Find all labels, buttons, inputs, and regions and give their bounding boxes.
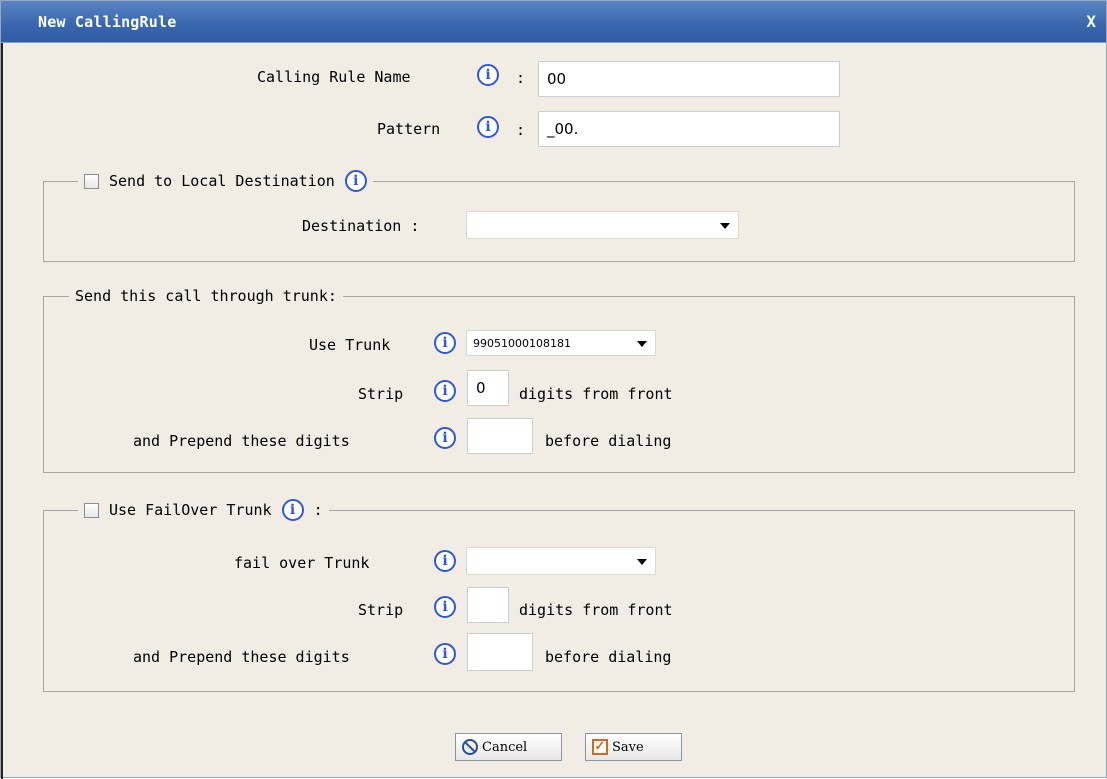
failover-legend: Use FailOver Trunk i : bbox=[78, 497, 329, 523]
failover-prepend-info-icon[interactable]: i bbox=[434, 643, 456, 665]
failover-prepend-label: and Prepend these digits bbox=[133, 648, 350, 666]
prepend-label: and Prepend these digits bbox=[133, 432, 350, 450]
calling-rule-name-input[interactable]: 00 bbox=[538, 61, 840, 97]
checkbox-checked-icon: ✓ bbox=[592, 739, 608, 755]
strip-input[interactable]: 0 bbox=[467, 370, 509, 406]
failover-strip-input[interactable] bbox=[467, 587, 509, 623]
chevron-down-icon bbox=[637, 559, 647, 565]
calling-rule-name-label: Calling Rule Name bbox=[257, 68, 411, 86]
failover-checkbox[interactable] bbox=[84, 502, 99, 518]
use-trunk-select[interactable]: 99051000108181 bbox=[466, 330, 656, 356]
cancel-button[interactable]: Cancel bbox=[455, 733, 562, 761]
use-trunk-info-icon[interactable]: i bbox=[434, 332, 456, 354]
pattern-info-icon[interactable]: i bbox=[477, 116, 499, 138]
close-button[interactable]: X bbox=[1086, 12, 1096, 31]
new-calling-rule-dialog: New CallingRule X Calling Rule Name i : … bbox=[0, 0, 1107, 779]
failover-strip-info-icon[interactable]: i bbox=[434, 596, 456, 618]
local-destination-legend-text: Send to Local Destination bbox=[109, 172, 335, 190]
prepend-suffix: before dialing bbox=[545, 432, 672, 450]
strip-label: Strip bbox=[358, 385, 404, 403]
pattern-colon: : bbox=[516, 121, 526, 139]
failover-trunk-label: fail over Trunk bbox=[234, 554, 370, 572]
failover-prepend-input[interactable] bbox=[467, 633, 533, 671]
failover-trunk-info-icon[interactable]: i bbox=[434, 550, 456, 572]
failover-legend-colon: : bbox=[313, 501, 323, 519]
local-destination-info-icon[interactable]: i bbox=[344, 170, 367, 192]
dialog-title: New CallingRule bbox=[38, 13, 177, 31]
save-button-label: Save bbox=[612, 739, 644, 755]
cancel-icon bbox=[462, 739, 478, 755]
strip-suffix: digits from front bbox=[519, 385, 673, 403]
failover-strip-suffix: digits from front bbox=[519, 601, 673, 619]
cancel-button-label: Cancel bbox=[482, 739, 528, 755]
prepend-input[interactable] bbox=[467, 418, 533, 454]
calling-rule-name-colon: : bbox=[516, 69, 526, 87]
use-trunk-label: Use Trunk bbox=[309, 336, 391, 354]
failover-info-icon[interactable]: i bbox=[281, 499, 304, 521]
strip-info-icon[interactable]: i bbox=[434, 380, 456, 402]
trunk-legend-text: Send this call through trunk: bbox=[75, 287, 337, 305]
dialog-titlebar: New CallingRule X bbox=[1, 1, 1106, 43]
dialog-left-edge bbox=[1, 43, 3, 779]
destination-label: Destination : bbox=[302, 217, 420, 235]
failover-trunk-select[interactable] bbox=[466, 547, 656, 575]
trunk-legend: Send this call through trunk: bbox=[69, 284, 343, 308]
save-button[interactable]: ✓ Save bbox=[585, 733, 682, 761]
local-destination-checkbox[interactable] bbox=[84, 173, 99, 189]
destination-select[interactable] bbox=[466, 211, 739, 239]
chevron-down-icon bbox=[637, 341, 647, 347]
calling-rule-name-info-icon[interactable]: i bbox=[477, 64, 499, 86]
use-trunk-select-value: 99051000108181 bbox=[473, 336, 571, 350]
pattern-label: Pattern bbox=[377, 120, 441, 138]
local-destination-legend: Send to Local Destination i bbox=[78, 168, 373, 194]
prepend-info-icon[interactable]: i bbox=[434, 427, 456, 449]
failover-strip-label: Strip bbox=[358, 601, 404, 619]
pattern-input[interactable]: _00. bbox=[538, 111, 840, 147]
chevron-down-icon bbox=[720, 223, 730, 229]
failover-prepend-suffix: before dialing bbox=[545, 648, 672, 666]
failover-legend-text: Use FailOver Trunk bbox=[109, 501, 272, 519]
